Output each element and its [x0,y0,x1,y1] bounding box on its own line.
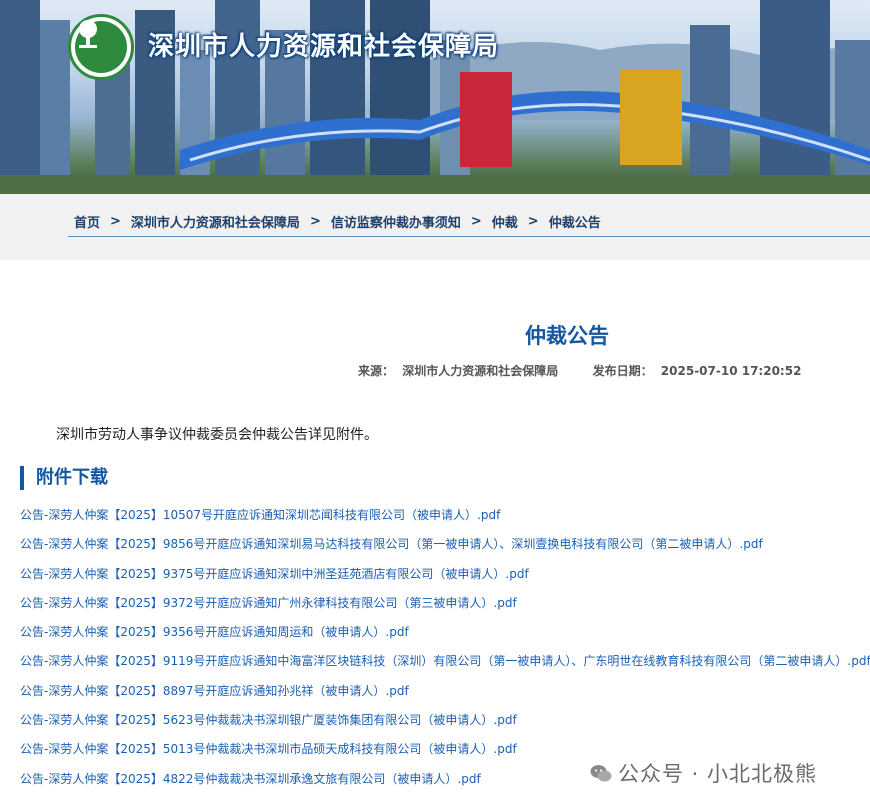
breadcrumb-item-arbitration[interactable]: 仲裁 [486,212,524,231]
list-item: 公告-深劳人仲案【2025】9356号开庭应诉通知周运和（被申请人）.pdf [20,622,870,651]
source-label: 来源： [358,364,395,378]
watermark-text: 公众号 · 小北北极熊 [618,762,818,786]
attachment-list: 公告-深劳人仲案【2025】10507号开庭应诉通知深圳芯闻科技有限公司（被申请… [20,505,870,798]
date-label: 发布日期： [592,364,653,378]
source-value: 深圳市人力资源和社会保障局 [402,364,559,378]
list-item: 公告-深劳人仲案【2025】5623号仲裁裁决书深圳银广厦装饰集团有限公司（被申… [20,710,870,739]
list-item: 公告-深劳人仲案【2025】9856号开庭应诉通知深圳易马达科技有限公司（第一被… [20,534,870,563]
attachment-link[interactable]: 公告-深劳人仲案【2025】9356号开庭应诉通知周运和（被申请人）.pdf [20,625,409,639]
site-title[interactable]: 深圳市人力资源和社会保障局 [148,26,499,63]
attachment-link[interactable]: 公告-深劳人仲案【2025】10507号开庭应诉通知深圳芯闻科技有限公司（被申请… [20,508,500,522]
attachment-link[interactable]: 公告-深劳人仲案【2025】9372号开庭应诉通知广州永律科技有限公司（第三被申… [20,596,517,610]
wechat-icon [590,764,612,781]
breadcrumb-item-guide[interactable]: 信访监察仲裁办事须知 [325,212,467,231]
logo[interactable] [68,14,134,80]
attachment-link[interactable]: 公告-深劳人仲案【2025】8897号开庭应诉通知孙兆祥（被申请人）.pdf [20,684,409,698]
breadcrumb-separator: > [309,214,321,229]
breadcrumb-item-announcement[interactable]: 仲裁公告 [543,212,607,231]
breadcrumb-item-bureau[interactable]: 深圳市人力资源和社会保障局 [125,212,306,231]
list-item: 公告-深劳人仲案【2025】9372号开庭应诉通知广州永律科技有限公司（第三被申… [20,593,870,622]
breadcrumb-separator: > [527,214,539,229]
attachment-link[interactable]: 公告-深劳人仲案【2025】9856号开庭应诉通知深圳易马达科技有限公司（第一被… [20,537,763,551]
article-meta: 来源： 深圳市人力资源和社会保障局 发布日期： 2025-07-10 17:20… [358,362,805,379]
tree-emblem-icon [79,20,97,48]
list-item: 公告-深劳人仲案【2025】8897号开庭应诉通知孙兆祥（被申请人）.pdf [20,681,870,710]
watermark: 公众号 · 小北北极熊 [590,758,817,788]
attachment-link[interactable]: 公告-深劳人仲案【2025】9375号开庭应诉通知深圳中洲圣廷苑酒店有限公司（被… [20,567,529,581]
article-intro: 深圳市劳动人事争议仲裁委员会仲裁公告详见附件。 [56,427,378,443]
attachment-link[interactable]: 公告-深劳人仲案【2025】9119号开庭应诉通知中海富洋区块链科技（深圳）有限… [20,654,870,668]
page-title: 仲裁公告 [525,324,609,348]
attachment-link[interactable]: 公告-深劳人仲案【2025】4822号仲裁裁决书深圳承逸文旅有限公司（被申请人）… [20,772,481,786]
list-item: 公告-深劳人仲案【2025】9375号开庭应诉通知深圳中洲圣廷苑酒店有限公司（被… [20,564,870,593]
breadcrumb: 首页 > 深圳市人力资源和社会保障局 > 信访监察仲裁办事须知 > 仲裁 > 仲… [68,207,870,237]
list-item: 公告-深劳人仲案【2025】9119号开庭应诉通知中海富洋区块链科技（深圳）有限… [20,651,870,680]
date-value: 2025-07-10 17:20:52 [660,364,802,378]
breadcrumb-separator: > [110,214,121,229]
attachment-link[interactable]: 公告-深劳人仲案【2025】5623号仲裁裁决书深圳银广厦装饰集团有限公司（被申… [20,713,517,727]
attachments-heading: 附件下载 [20,466,108,490]
list-item: 公告-深劳人仲案【2025】10507号开庭应诉通知深圳芯闻科技有限公司（被申请… [20,505,870,534]
attachment-link[interactable]: 公告-深劳人仲案【2025】5013号仲裁裁决书深圳市品硕天成科技有限公司（被申… [20,742,517,756]
breadcrumb-band: 首页 > 深圳市人力资源和社会保障局 > 信访监察仲裁办事须知 > 仲裁 > 仲… [0,194,870,260]
header-banner: 深圳市人力资源和社会保障局 [0,0,870,194]
breadcrumb-separator: > [470,214,482,229]
breadcrumb-item-home[interactable]: 首页 [68,212,106,231]
